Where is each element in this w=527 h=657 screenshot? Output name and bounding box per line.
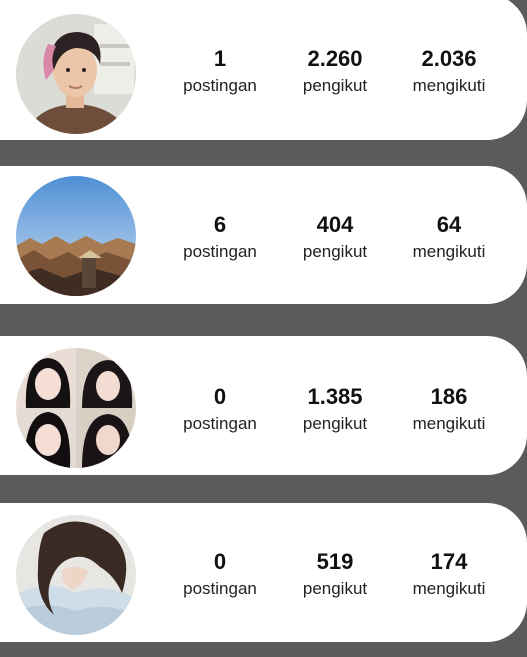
posts-label: postingan xyxy=(183,579,257,598)
followers-label: pengikut xyxy=(302,414,368,433)
profile-photo-icon xyxy=(16,515,136,635)
profile-avatar[interactable] xyxy=(16,14,136,134)
following-stat[interactable]: 2.036 mengikuti xyxy=(389,46,509,98)
following-count: 174 xyxy=(430,549,468,574)
posts-count: 0 xyxy=(213,549,227,574)
profile-photo-icon xyxy=(16,348,136,468)
profile-photo-icon xyxy=(16,14,136,134)
profile-avatar[interactable] xyxy=(16,176,136,296)
following-count: 2.036 xyxy=(421,46,477,71)
profile-card: 6 postingan 404 pengikut 64 mengikuti xyxy=(0,166,527,304)
posts-stat[interactable]: 0 postingan xyxy=(160,384,280,436)
posts-label: postingan xyxy=(183,414,257,433)
followers-stat[interactable]: 404 pengikut xyxy=(275,212,395,264)
followers-count: 519 xyxy=(316,549,354,574)
posts-count: 0 xyxy=(213,384,227,409)
profile-avatar[interactable] xyxy=(16,515,136,635)
followers-label: pengikut xyxy=(302,76,368,95)
followers-label: pengikut xyxy=(302,242,368,261)
followers-count: 404 xyxy=(316,212,354,237)
following-label: mengikuti xyxy=(412,242,486,261)
followers-stat[interactable]: 519 pengikut xyxy=(275,549,395,601)
posts-count: 6 xyxy=(213,212,227,237)
following-count: 64 xyxy=(436,212,462,237)
following-stat[interactable]: 174 mengikuti xyxy=(389,549,509,601)
following-label: mengikuti xyxy=(412,414,486,433)
posts-label: postingan xyxy=(183,76,257,95)
posts-stat[interactable]: 1 postingan xyxy=(160,46,280,98)
followers-stat[interactable]: 1.385 pengikut xyxy=(275,384,395,436)
profile-card: 1 postingan 2.260 pengikut 2.036 mengiku… xyxy=(0,0,527,140)
followers-label: pengikut xyxy=(302,579,368,598)
following-count: 186 xyxy=(430,384,468,409)
following-label: mengikuti xyxy=(412,579,486,598)
following-label: mengikuti xyxy=(412,76,486,95)
profile-avatar[interactable] xyxy=(16,348,136,468)
posts-label: postingan xyxy=(183,242,257,261)
followers-stat[interactable]: 2.260 pengikut xyxy=(275,46,395,98)
followers-count: 2.260 xyxy=(307,46,363,71)
profile-photo-icon xyxy=(16,176,136,296)
profile-card: 0 postingan 1.385 pengikut 186 mengikuti xyxy=(0,336,527,475)
posts-count: 1 xyxy=(213,46,227,71)
followers-count: 1.385 xyxy=(307,384,363,409)
following-stat[interactable]: 64 mengikuti xyxy=(389,212,509,264)
posts-stat[interactable]: 6 postingan xyxy=(160,212,280,264)
profile-card: 0 postingan 519 pengikut 174 mengikuti xyxy=(0,503,527,642)
following-stat[interactable]: 186 mengikuti xyxy=(389,384,509,436)
posts-stat[interactable]: 0 postingan xyxy=(160,549,280,601)
